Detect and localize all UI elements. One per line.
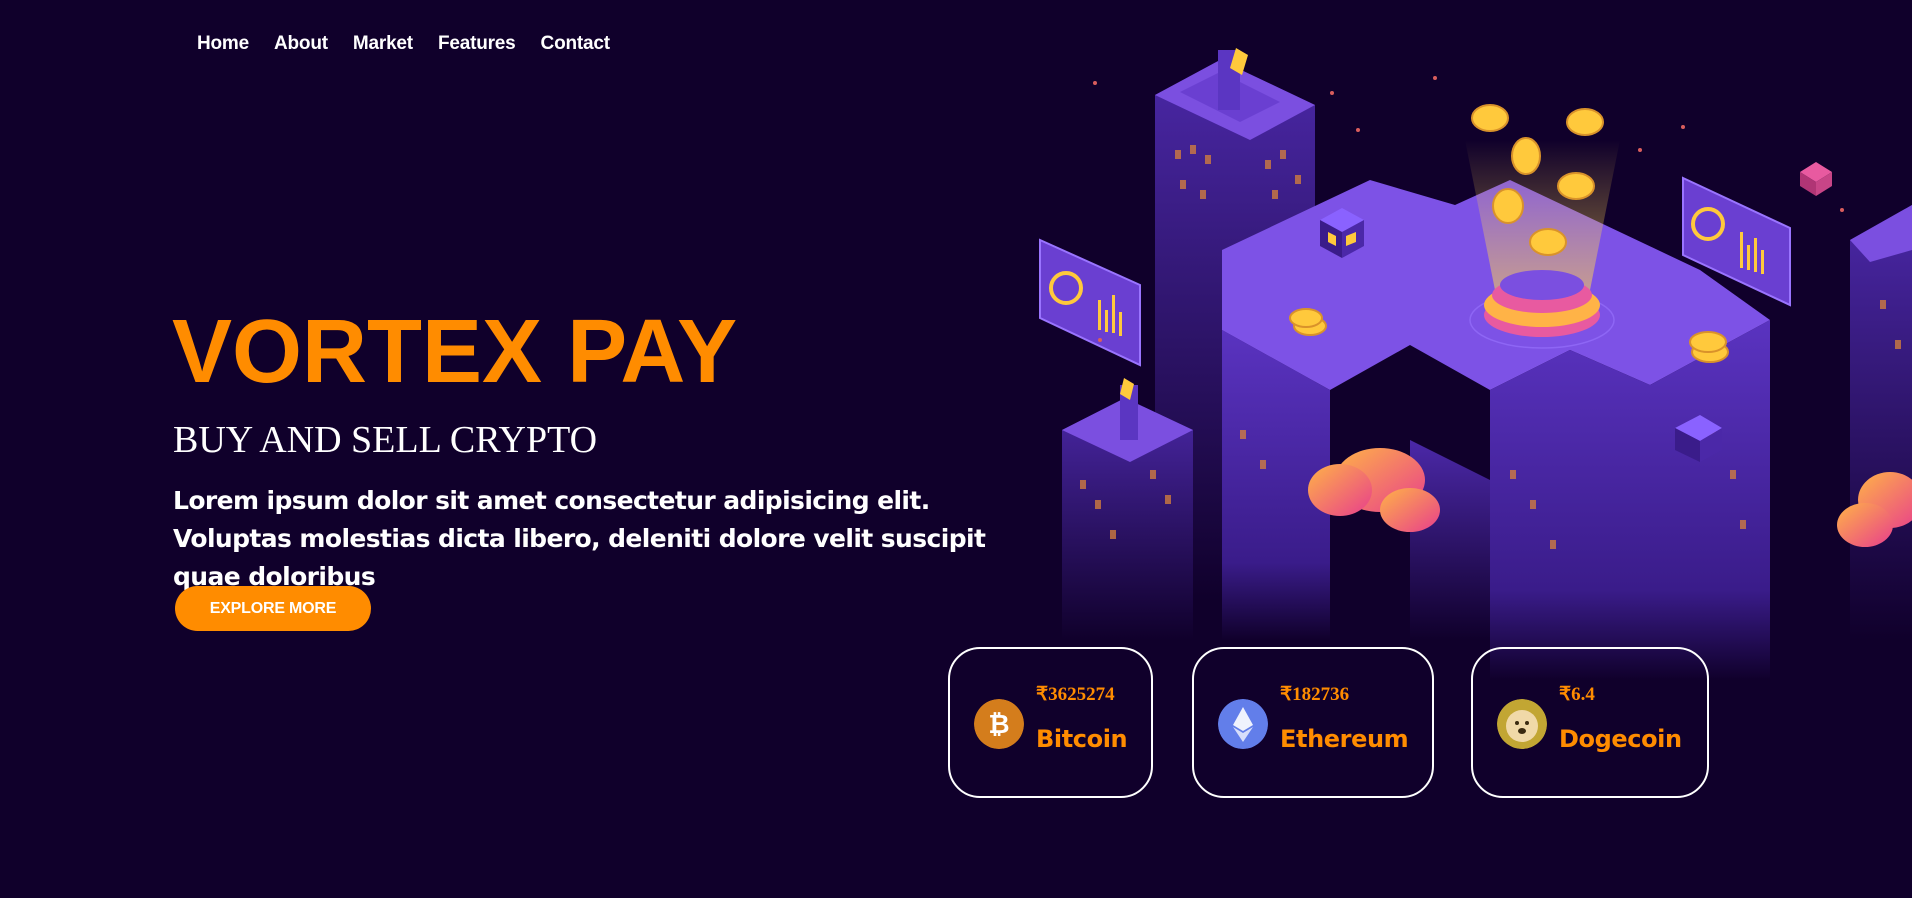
coin-card-bitcoin[interactable]: ₿ ₹3625274 Bitcoin: [948, 647, 1153, 798]
ethereum-icon: [1218, 699, 1268, 749]
hero-title: VORTEX PAY: [172, 302, 738, 402]
coin-price: ₹3625274: [1036, 684, 1115, 705]
svg-text:₿: ₿: [988, 710, 1009, 740]
hero-subtitle: BUY AND SELL CRYPTO: [173, 419, 598, 461]
coin-price: ₹6.4: [1559, 684, 1595, 705]
coin-card-dogecoin[interactable]: ₹6.4 Dogecoin: [1471, 647, 1709, 798]
dogecoin-icon: [1497, 699, 1547, 749]
bitcoin-icon: ₿: [974, 699, 1024, 749]
crypto-city-illustration: [1039, 48, 1912, 680]
nav-market[interactable]: Market: [353, 33, 413, 55]
coin-card-ethereum[interactable]: ₹182736 Ethereum: [1192, 647, 1434, 798]
main-nav: Home About Market Features Contact: [197, 33, 610, 55]
coin-name: Ethereum: [1280, 725, 1409, 753]
hero-text: Lorem ipsum dolor sit amet consectetur a…: [173, 486, 986, 591]
nav-home[interactable]: Home: [197, 33, 249, 55]
coin-name: Bitcoin: [1036, 725, 1128, 753]
coin-price: ₹182736: [1280, 684, 1350, 705]
nav-contact[interactable]: Contact: [541, 33, 611, 55]
nav-features[interactable]: Features: [438, 33, 516, 55]
nav-about[interactable]: About: [274, 33, 328, 55]
explore-more-button[interactable]: EXPLORE MORE: [175, 586, 371, 631]
coin-name: Dogecoin: [1559, 725, 1682, 753]
